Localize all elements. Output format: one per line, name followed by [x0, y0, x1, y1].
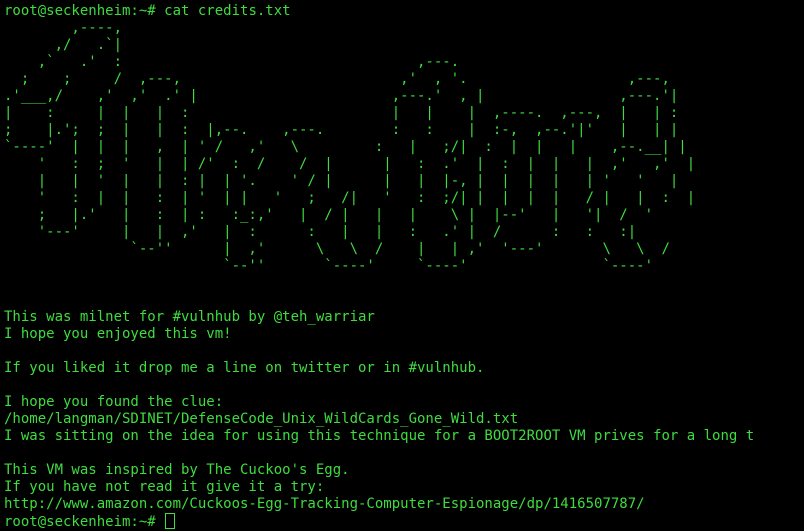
command-text: cat credits.txt: [164, 3, 291, 19]
output-line-file-path: /home/langman/SDINET/DefenseCode_Unix_Wi…: [4, 411, 519, 427]
text-cursor: [165, 513, 176, 529]
output-line: If you liked it drop me a line on twitte…: [4, 360, 485, 376]
output-line: This was milnet for #vulnhub by @teh_war…: [4, 309, 375, 325]
output-line: I was sitting on the idea for using this…: [4, 428, 755, 444]
output-line: This VM was inspired by The Cuckoo's Egg…: [4, 462, 350, 478]
terminal-window[interactable]: root@seckenheim:~# cat credits.txt ,----…: [0, 0, 804, 531]
output-line: If you have not read it give it a try:: [4, 479, 325, 495]
ascii-art-banner: ,----, ,/ .`| ,` .' : ,---. ; ; / ,---, …: [4, 20, 696, 274]
shell-prompt: root@seckenheim:~#: [4, 3, 156, 19]
active-command-line[interactable]: root@seckenheim:~#: [4, 513, 176, 531]
command-line: root@seckenheim:~# cat credits.txt: [4, 3, 291, 20]
output-line: I hope you found the clue:: [4, 394, 224, 410]
output-line: I hope you enjoyed this vm!: [4, 326, 232, 342]
shell-prompt: root@seckenheim:~#: [4, 514, 156, 530]
output-line-url: http://www.amazon.com/Cuckoos-Egg-Tracki…: [4, 496, 645, 512]
